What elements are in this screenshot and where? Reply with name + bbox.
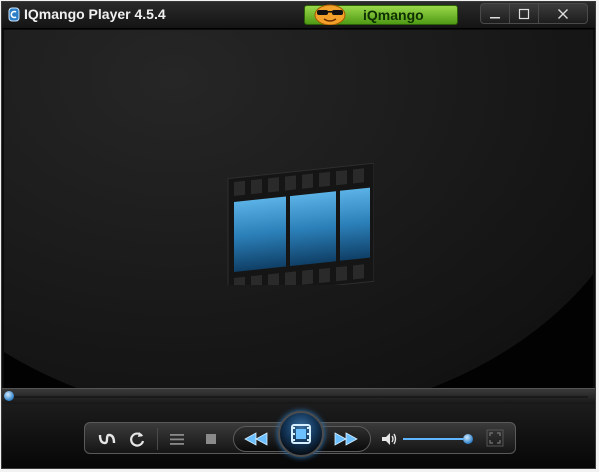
volume-button[interactable] xyxy=(379,429,399,449)
playlist-button[interactable] xyxy=(167,429,187,449)
film-strip-icon xyxy=(227,162,374,285)
player-window: IQmango Player 4.5.4 iQmango xyxy=(1,1,596,469)
control-divider xyxy=(157,428,158,450)
minimize-icon xyxy=(490,16,500,18)
seek-track[interactable] xyxy=(8,396,588,398)
repeat-mode-button[interactable] xyxy=(97,429,117,449)
app-logo-icon xyxy=(8,7,20,22)
video-area[interactable] xyxy=(4,30,593,388)
window-title: IQmango Player 4.5.4 xyxy=(24,6,166,22)
film-icon xyxy=(291,424,311,444)
list-icon xyxy=(170,434,184,445)
refresh-button[interactable] xyxy=(127,429,147,449)
stop-button[interactable] xyxy=(201,429,221,449)
fast-forward-button[interactable] xyxy=(332,429,360,449)
fullscreen-icon[interactable] xyxy=(485,428,505,448)
mango-mascot-icon xyxy=(314,4,346,25)
control-bar xyxy=(2,404,595,468)
maximize-button[interactable] xyxy=(509,3,539,24)
volume-slider-track[interactable] xyxy=(403,438,469,440)
refresh-icon xyxy=(130,432,145,447)
brand-label: iQmango xyxy=(363,7,424,23)
stop-icon xyxy=(206,434,216,444)
loop-icon xyxy=(98,433,116,445)
seek-bar[interactable] xyxy=(2,388,595,405)
maximize-icon xyxy=(518,8,530,19)
open-file-button[interactable] xyxy=(278,411,324,457)
minimize-button[interactable] xyxy=(480,3,510,24)
seek-handle[interactable] xyxy=(4,391,14,401)
fast-forward-icon xyxy=(334,432,358,446)
rewind-icon xyxy=(244,432,268,446)
rewind-button[interactable] xyxy=(242,429,270,449)
close-icon xyxy=(558,8,568,19)
brand-badge[interactable]: iQmango xyxy=(304,4,458,25)
title-bar[interactable]: IQmango Player 4.5.4 iQmango xyxy=(2,2,595,29)
close-button[interactable] xyxy=(538,3,588,24)
speaker-icon xyxy=(382,433,397,445)
volume-slider-handle[interactable] xyxy=(463,434,473,444)
